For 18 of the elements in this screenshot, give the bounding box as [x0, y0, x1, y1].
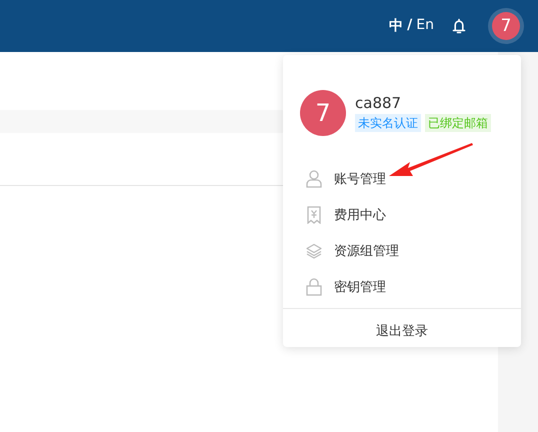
receipt-icon [307, 206, 321, 224]
status-tag: 已绑定邮箱 [425, 114, 491, 132]
avatar[interactable]: 7 [492, 12, 520, 40]
logout-link[interactable]: 退出登录 [376, 322, 428, 340]
bell-icon[interactable] [452, 18, 466, 34]
lock-icon [306, 278, 322, 296]
user-icon [306, 170, 322, 188]
layers-icon [306, 243, 322, 259]
avatar[interactable]: 7 [300, 90, 346, 136]
menu-item[interactable]: 费用中心 [334, 206, 386, 224]
menu-item[interactable]: 密钥管理 [334, 278, 386, 296]
menu-item[interactable]: 账号管理 [334, 170, 386, 188]
username: ca887 [355, 94, 402, 112]
status-tag: 未实名认证 [355, 114, 421, 132]
language-separator: / [407, 17, 412, 35]
language-option[interactable]: 中 [389, 17, 404, 35]
menu-item[interactable]: 资源组管理 [334, 242, 399, 260]
language-option[interactable]: En [416, 17, 434, 35]
